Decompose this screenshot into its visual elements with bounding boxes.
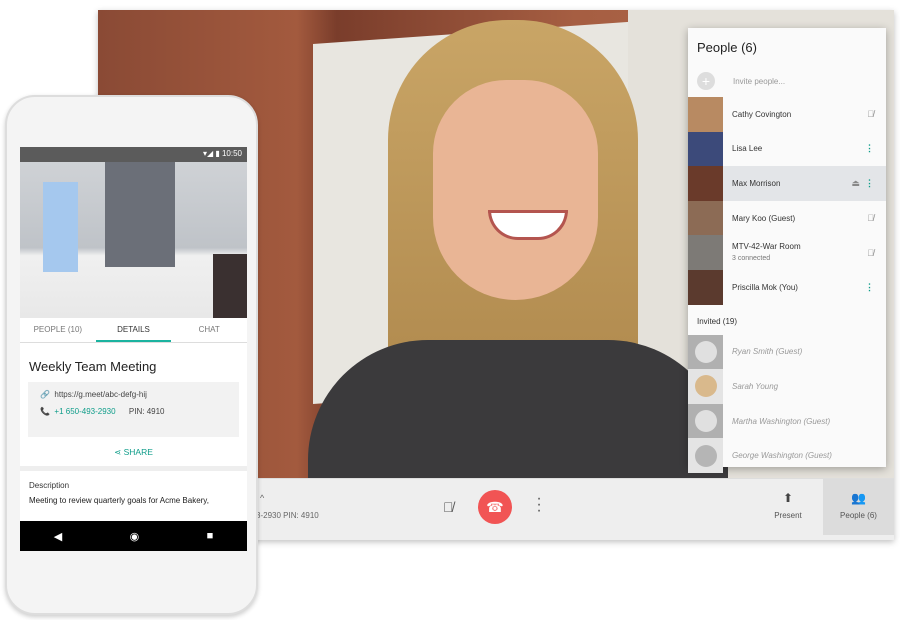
back-icon[interactable]: ◀ bbox=[54, 530, 62, 543]
invited-name: George Washington (Guest) bbox=[732, 451, 832, 461]
pin: PIN: 4910 bbox=[128, 407, 165, 416]
status-bar: ▾◢ ▮ 10:50 bbox=[20, 147, 247, 162]
invited-row[interactable]: George Washington (Guest) bbox=[688, 438, 886, 473]
home-icon[interactable]: ◉ bbox=[130, 530, 140, 543]
present-button[interactable]: ⬆ Present bbox=[763, 491, 813, 520]
invite-people-input[interactable]: + Invite people... bbox=[688, 65, 886, 97]
mic-off-icon: 🎙̸ bbox=[867, 213, 874, 224]
tab-details[interactable]: DETAILS bbox=[95, 318, 172, 342]
share-label: SHARE bbox=[123, 447, 153, 457]
android-nav-bar: ◀ ◉ ■ bbox=[20, 521, 247, 551]
more-icon[interactable]: ⋮ bbox=[865, 282, 874, 293]
avatar bbox=[688, 200, 723, 236]
dial-in-info: 3-2930 PIN: 4910 bbox=[256, 511, 319, 520]
participant-sub: 3 connected bbox=[732, 255, 771, 263]
self-view bbox=[213, 254, 247, 318]
join-info: 🔗 https://g.meet/abc-defg-hij 📞 +1 650-4… bbox=[28, 382, 239, 437]
more-options-icon[interactable]: · · · bbox=[535, 491, 543, 519]
avatar bbox=[688, 166, 723, 201]
invited-row[interactable]: Sarah Young bbox=[688, 369, 886, 404]
avatar bbox=[688, 369, 723, 404]
participant-row[interactable]: Cathy Covington 🎙̸ bbox=[688, 97, 886, 132]
participant-row[interactable]: Priscilla Mok (You) ⋮ bbox=[688, 269, 886, 305]
avatar bbox=[688, 131, 723, 167]
people-panel: People (6) + Invite people... Cathy Covin… bbox=[688, 28, 886, 473]
participant-name: MTV-42-War Room bbox=[732, 242, 801, 252]
people-button[interactable]: 👥 People (6) bbox=[823, 479, 894, 535]
clock: 10:50 bbox=[221, 149, 242, 158]
participant-row[interactable]: MTV-42-War Room 3 connected 🎙̸ bbox=[688, 235, 886, 270]
avatar bbox=[688, 235, 723, 270]
people-icon: 👥 bbox=[851, 491, 866, 505]
signal-icon: ▾◢ ▮ bbox=[202, 149, 222, 158]
share-button[interactable]: ⋖ SHARE bbox=[20, 437, 247, 471]
invited-name: Ryan Smith (Guest) bbox=[732, 347, 803, 357]
present-icon: ⬆ bbox=[782, 491, 794, 505]
dial-in-number[interactable]: +1 650-493-2930 bbox=[54, 407, 115, 416]
recents-icon[interactable]: ■ bbox=[207, 530, 214, 542]
speaker-body bbox=[308, 340, 728, 478]
participant-name: Mary Koo (Guest) bbox=[732, 213, 796, 223]
present-label: Present bbox=[774, 511, 802, 520]
mic-off-icon: 🎙̸ bbox=[867, 109, 874, 120]
share-icon: ⋖ bbox=[114, 447, 124, 457]
avatar bbox=[688, 97, 723, 132]
invited-header: Invited (19) bbox=[697, 316, 738, 326]
invite-placeholder: Invite people... bbox=[733, 76, 786, 86]
invited-row[interactable]: Ryan Smith (Guest) bbox=[688, 334, 886, 370]
invited-name: Sarah Young bbox=[732, 381, 779, 391]
phone-icon: 📞 bbox=[40, 407, 55, 416]
add-icon: + bbox=[697, 72, 715, 90]
description-text: Meeting to review quarterly goals for Ac… bbox=[29, 496, 209, 505]
tab-chat[interactable]: CHAT bbox=[171, 318, 247, 342]
participant-name: Cathy Covington bbox=[732, 109, 792, 119]
participant-name: Lisa Lee bbox=[732, 144, 763, 154]
avatar-placeholder bbox=[688, 334, 723, 370]
people-label: People (6) bbox=[840, 511, 877, 520]
mic-off-icon: 🎙̸ bbox=[867, 247, 874, 258]
participant-row[interactable]: Mary Koo (Guest) 🎙̸ bbox=[688, 200, 886, 236]
invited-row[interactable]: Martha Washington (Guest) bbox=[688, 403, 886, 439]
meeting-link[interactable]: https://g.meet/abc-defg-hij bbox=[54, 390, 147, 399]
participant-row[interactable]: Max Morrison ⏏ ⋮ bbox=[688, 166, 886, 201]
description-label: Description bbox=[29, 481, 70, 490]
link-icon: 🔗 bbox=[40, 390, 55, 399]
meeting-title: Weekly Team Meeting bbox=[29, 359, 157, 374]
expand-icon[interactable]: ^ bbox=[260, 493, 264, 503]
tab-bar: PEOPLE (10) DETAILS CHAT bbox=[20, 318, 247, 343]
avatar-placeholder bbox=[688, 403, 723, 439]
room-door bbox=[43, 182, 78, 272]
more-icon[interactable]: ⋮ bbox=[865, 143, 874, 154]
mic-off-icon[interactable]: 🎙̸ bbox=[443, 499, 454, 515]
invited-name: Martha Washington (Guest) bbox=[732, 416, 831, 426]
hang-up-button[interactable]: ☎ bbox=[478, 490, 512, 524]
eject-icon[interactable]: ⏏ bbox=[851, 178, 860, 189]
phone-video bbox=[20, 162, 247, 318]
more-icon[interactable]: ⋮ bbox=[865, 178, 874, 189]
phone-screen: ▾◢ ▮ 10:50 PEOPLE (10) DETAILS CHAT Week… bbox=[20, 147, 247, 551]
participant-row[interactable]: Lisa Lee ⋮ bbox=[688, 131, 886, 167]
panel-title: People (6) bbox=[697, 40, 757, 55]
tab-people[interactable]: PEOPLE (10) bbox=[20, 318, 96, 342]
room-curtain bbox=[105, 162, 175, 267]
participant-name: Max Morrison bbox=[732, 178, 781, 188]
speaker-face bbox=[433, 80, 598, 300]
avatar bbox=[688, 269, 723, 305]
avatar-placeholder bbox=[688, 438, 723, 473]
participant-name: Priscilla Mok (You) bbox=[732, 282, 798, 292]
